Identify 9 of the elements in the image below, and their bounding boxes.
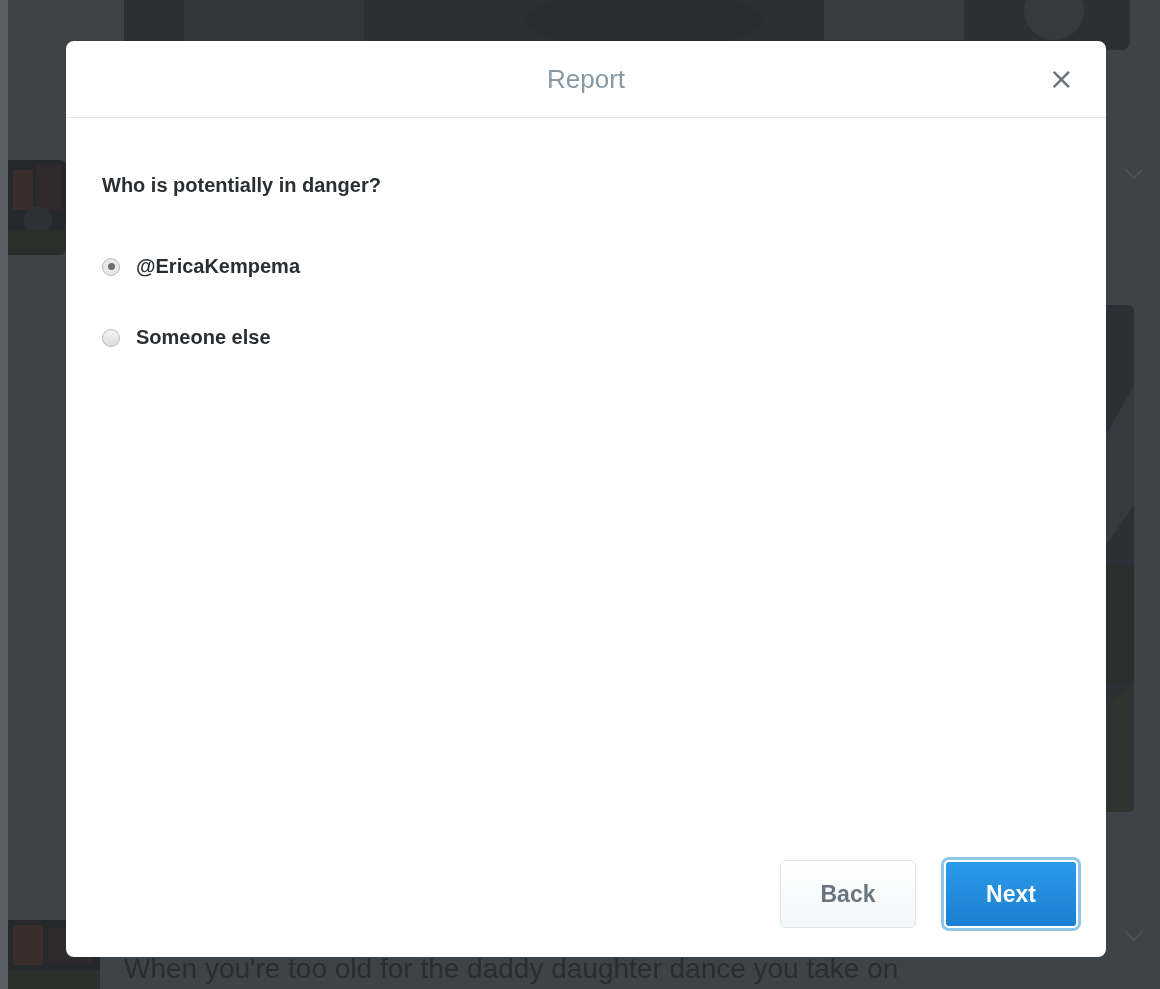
question-text: Who is potentially in danger? <box>102 174 382 197</box>
back-button[interactable]: Back <box>780 860 916 928</box>
radio-button[interactable] <box>102 328 120 347</box>
next-button[interactable]: Next <box>944 860 1078 928</box>
radio-option[interactable]: Someone else <box>102 326 1070 349</box>
close-button[interactable]: × <box>1044 63 1078 95</box>
radio-option[interactable]: @EricaKempema <box>102 255 1070 278</box>
dialog-title: Report <box>546 63 625 95</box>
radio-button[interactable] <box>102 257 120 276</box>
